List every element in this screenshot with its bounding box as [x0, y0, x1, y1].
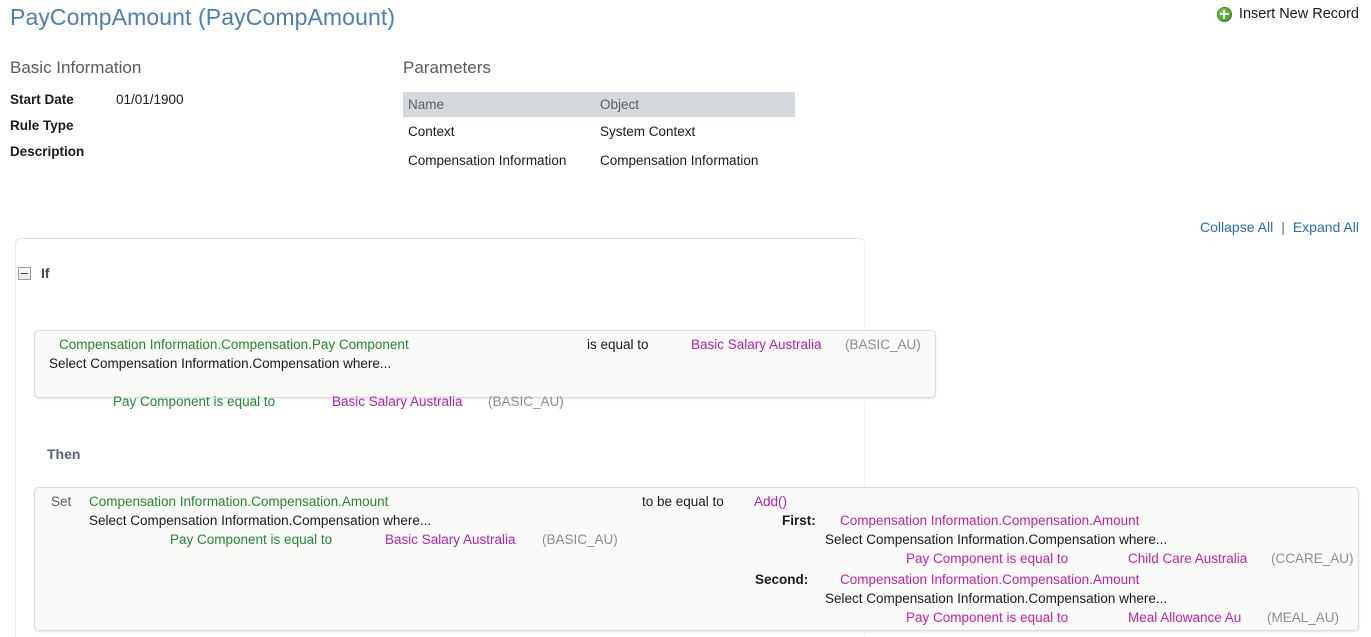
arg-second-value: Compensation Information.Compensation.Am…: [840, 572, 1140, 587]
column-header-name: Name: [403, 92, 595, 117]
then-target-select: Select Compensation Information.Compensa…: [89, 513, 432, 528]
collapse-all-link[interactable]: Collapse All: [1200, 219, 1273, 235]
tree-actions-separator: |: [1281, 219, 1285, 235]
if-section-header: If: [18, 265, 50, 281]
param-name-cell: Context: [408, 124, 455, 139]
page-header: PayCompAmount (PayCompAmount) Insert New…: [0, 0, 1371, 44]
table-header-row: Name Object: [403, 92, 795, 117]
column-header-object: Object: [595, 92, 795, 117]
arg-first-filter-value: Child Care Australia: [1128, 551, 1248, 566]
table-row: Context System Context: [403, 117, 795, 146]
param-object-cell: System Context: [600, 124, 696, 139]
if-condition-line-2: Select Compensation Information.Compensa…: [45, 335, 929, 371]
then-target-filter-code: (BASIC_AU): [542, 532, 618, 547]
then-label: Then: [47, 446, 81, 462]
then-target: Compensation Information.Compensation.Am…: [89, 494, 389, 509]
arg-first-filter-code: (CCARE_AU): [1271, 551, 1354, 566]
if-line3-left: Pay Component is equal to: [113, 394, 276, 409]
then-operator: to be equal to: [642, 494, 724, 509]
set-keyword: Set: [51, 494, 72, 509]
description-label: Description: [10, 144, 85, 159]
plus-circle-icon: [1216, 6, 1232, 22]
then-function: Add(): [754, 494, 788, 509]
param-name-cell: Compensation Information: [408, 153, 567, 168]
start-date-label: Start Date: [10, 92, 74, 107]
then-target-filter-left: Pay Component is equal to: [170, 532, 333, 547]
basic-info-row-rule-type: Rule Type: [10, 118, 390, 134]
then-action-card[interactable]: Set Compensation Information.Compensatio…: [34, 487, 1359, 631]
if-line3-value: Basic Salary Australia: [332, 394, 463, 409]
arg-first-filter-left: Pay Component is equal to: [906, 551, 1069, 566]
param-object-cell: Compensation Information: [600, 153, 759, 168]
table-row: Compensation Information Compensation In…: [403, 146, 795, 175]
parameters-table: Name Object Context System Context Compe…: [403, 92, 795, 175]
page-title: PayCompAmount (PayCompAmount): [10, 4, 396, 30]
arg-second-filter-code: (MEAL_AU): [1267, 610, 1340, 625]
insert-new-record-label: Insert New Record: [1238, 6, 1359, 22]
if-condition-card[interactable]: Compensation Information.Compensation.Pa…: [34, 330, 936, 409]
start-date-value: 01/01/1900: [116, 92, 184, 107]
insert-new-record-button[interactable]: Insert New Record: [1216, 6, 1359, 22]
arg-first-select: Select Compensation Information.Compensa…: [825, 532, 1168, 547]
parameters-title: Parameters: [403, 58, 491, 77]
if-line3-value-code: (BASIC_AU): [488, 394, 564, 409]
arg-first-value: Compensation Information.Compensation.Am…: [840, 513, 1140, 528]
basic-info-row-description: Description: [10, 144, 390, 160]
rule-type-label: Rule Type: [10, 118, 74, 133]
if-line2-select: Select Compensation Information.Compensa…: [49, 356, 392, 371]
basic-information-section: Basic Information Start Date 01/01/1900 …: [10, 58, 390, 170]
basic-info-row-start-date: Start Date 01/01/1900: [10, 92, 390, 108]
arg-first-label: First:: [782, 513, 816, 528]
then-target-filter-value: Basic Salary Australia: [385, 532, 516, 547]
arg-second-label: Second:: [755, 572, 809, 587]
arg-second-filter-left: Pay Component is equal to: [906, 610, 1069, 625]
collapse-toggle-icon[interactable]: [18, 266, 31, 280]
arg-second-filter-value: Meal Allowance Au: [1128, 610, 1242, 625]
arg-second-select: Select Compensation Information.Compensa…: [825, 591, 1168, 606]
expand-all-link[interactable]: Expand All: [1293, 219, 1359, 235]
tree-actions: Collapse All | Expand All: [1200, 219, 1359, 235]
if-label: If: [41, 265, 50, 281]
parameters-section: Parameters Name Object Context System Co…: [403, 58, 795, 175]
basic-information-title: Basic Information: [10, 58, 142, 77]
